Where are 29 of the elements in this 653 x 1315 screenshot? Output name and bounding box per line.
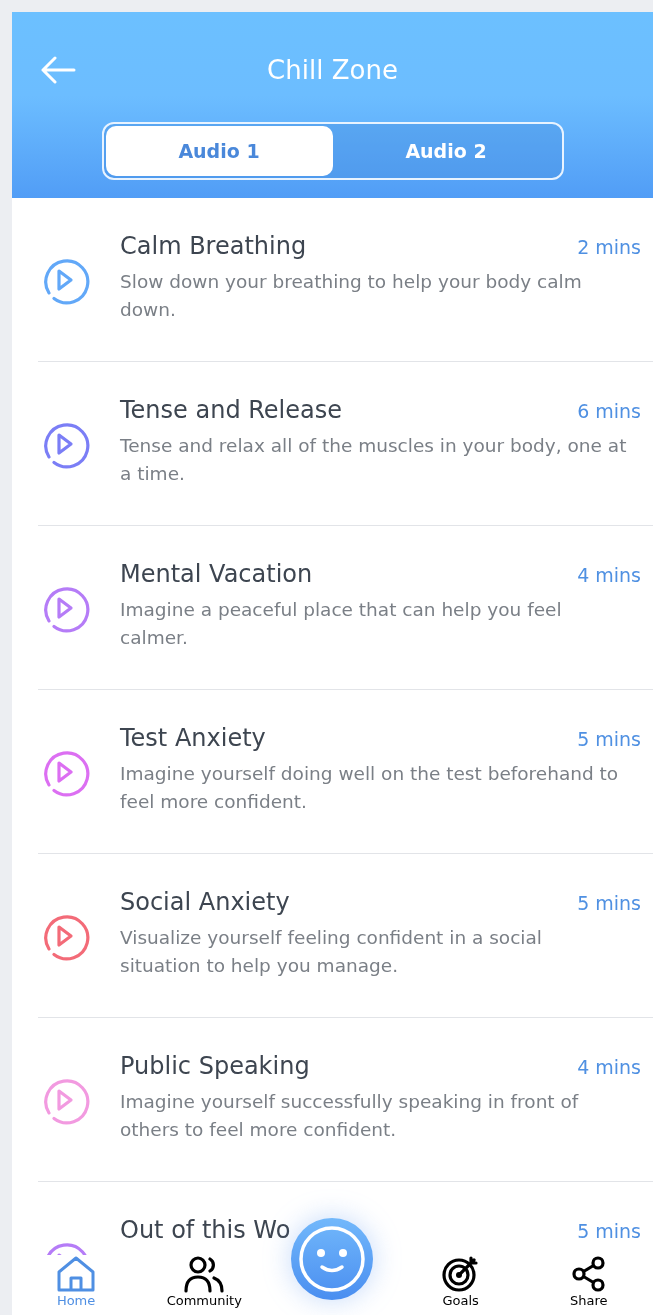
track-title: Calm Breathing — [120, 232, 307, 260]
track-duration: 5 mins — [577, 728, 641, 750]
home-icon — [56, 1255, 97, 1293]
track-description: Visualize yourself feeling confident in a social situation to help you manage. — [120, 926, 543, 978]
back-arrow-icon[interactable] — [40, 56, 76, 84]
track-title: Tense and Release — [120, 396, 342, 424]
community-tab[interactable]: Community — [154, 1255, 255, 1308]
screen-title: Chill Zone — [267, 55, 398, 85]
track-description: Imagine yourself successfully speaking in front of others to feel more confident. — [120, 1090, 580, 1142]
track-duration: 5 mins — [577, 1220, 641, 1242]
track-duration: 5 mins — [577, 892, 641, 914]
track-duration: 4 mins — [577, 1056, 641, 1078]
audio-tab[interactable]: Audio 1 — [105, 126, 333, 176]
track-description: Slow down your breathing to help your body calm down. — [120, 270, 583, 322]
track-description: Imagine a peaceful place that can help you feel calmer. — [120, 598, 563, 650]
people-icon — [184, 1255, 225, 1293]
share-tab[interactable]: Share — [538, 1255, 639, 1308]
track-title: Social Anxiety — [120, 888, 290, 916]
track-title: Public Speaking — [120, 1052, 310, 1080]
track-title: Out of this Wo — [120, 1216, 291, 1244]
track-title: Test Anxiety — [120, 724, 266, 752]
track-duration: 6 mins — [577, 400, 641, 422]
track-description: Tense and relax all of the muscles in your body, one at a time. — [120, 434, 628, 486]
track-duration: 2 mins — [577, 236, 641, 258]
goals-tab[interactable]: Goals — [410, 1255, 511, 1308]
track-title: Mental Vacation — [120, 560, 313, 588]
track-duration: 4 mins — [577, 564, 641, 586]
track-description: Imagine yourself doing well on the test beforehand to feel more confident. — [120, 762, 620, 814]
smiley-button-icon[interactable] — [290, 1217, 375, 1301]
